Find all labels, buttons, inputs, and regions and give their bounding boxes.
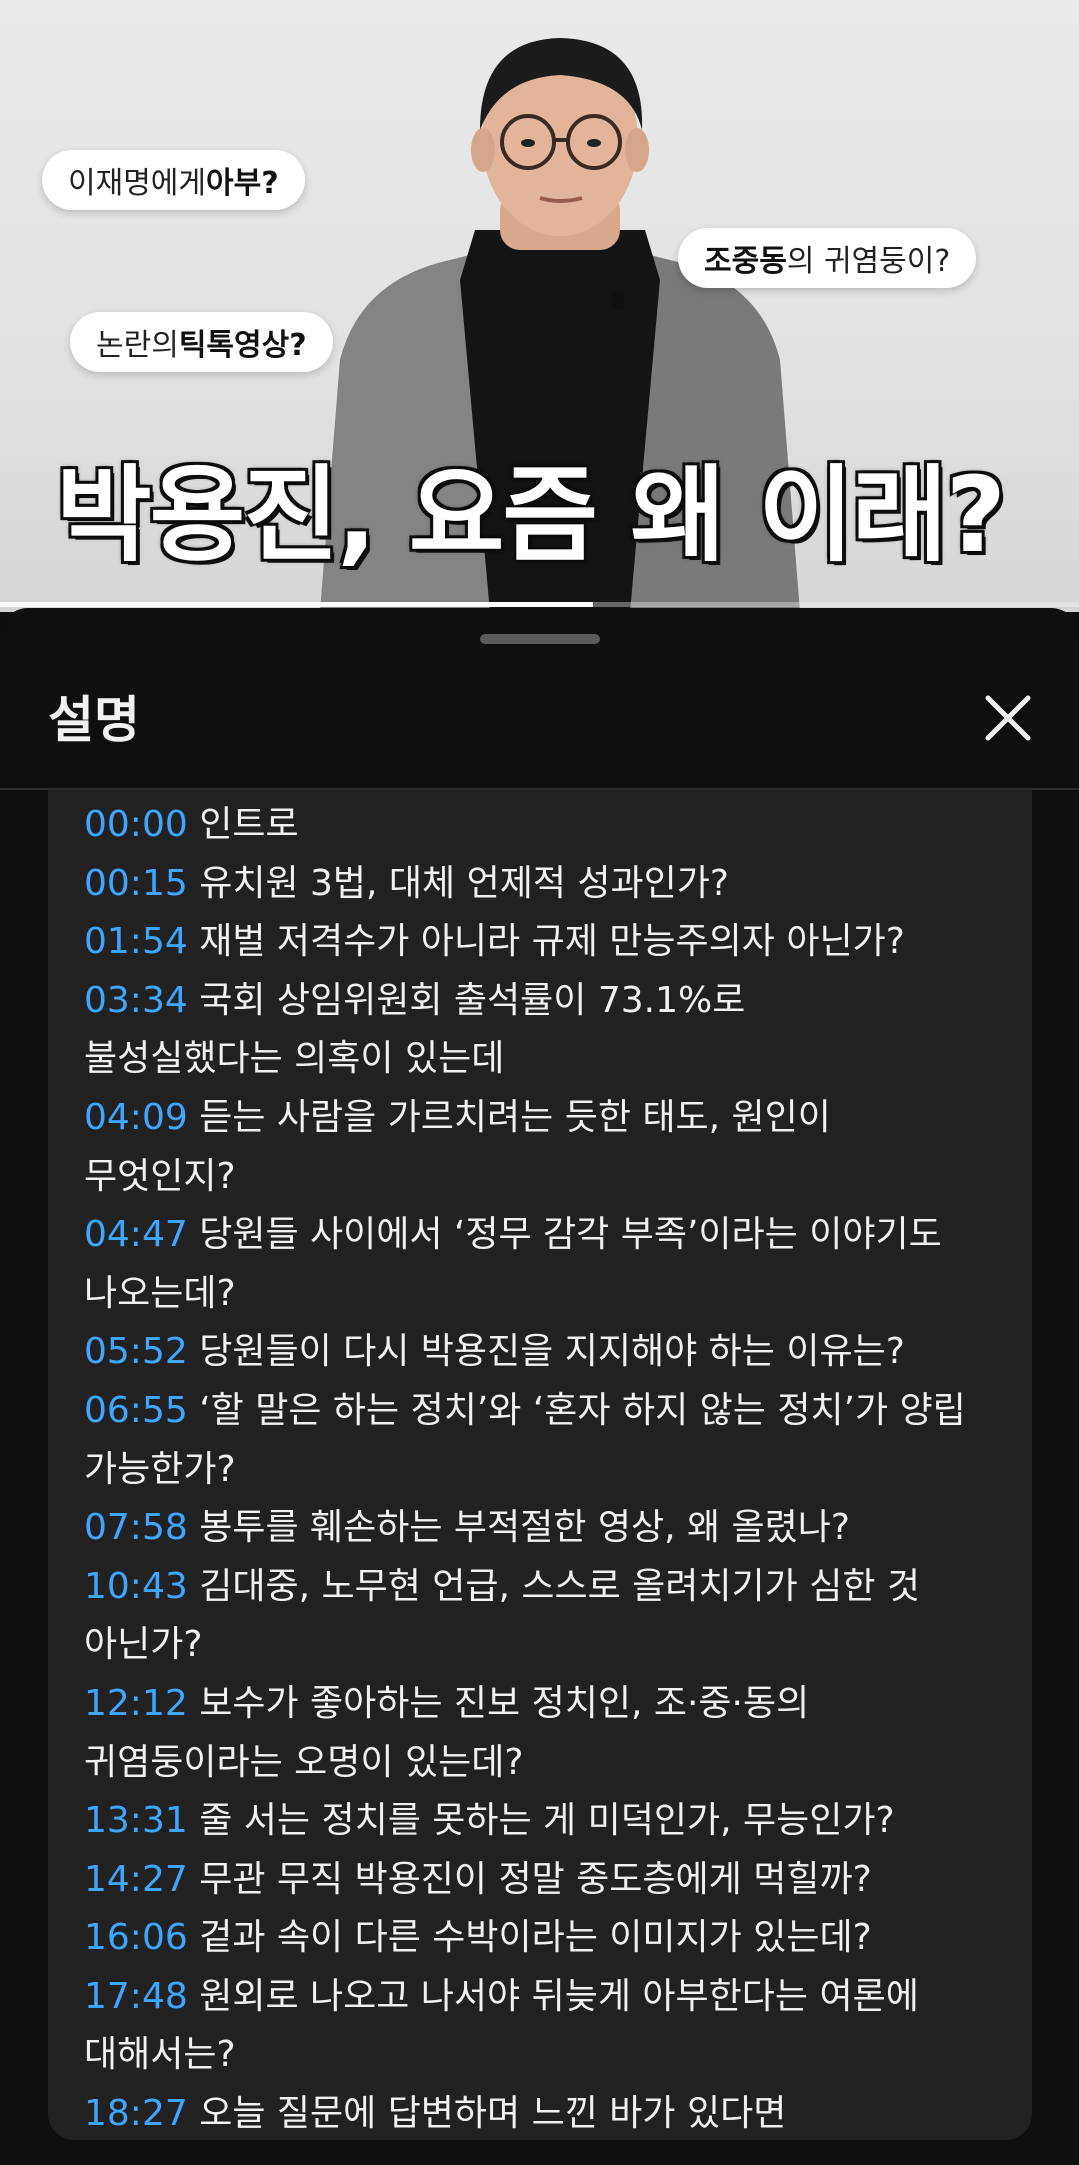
chapter-title: 국회 상임위원회 출석률이 73.1%로 <box>199 979 746 1021</box>
drag-handle[interactable] <box>480 634 600 644</box>
chapter-title: 당원들이 다시 박용진을 지지해야 하는 이유는? <box>199 1331 905 1373</box>
chapter-timestamp-link[interactable]: 07:58 <box>84 1507 188 1548</box>
chapter-timestamp-link[interactable]: 03:34 <box>84 980 188 1021</box>
chapter-timestamp-link[interactable]: 14:27 <box>84 1859 188 1900</box>
caption-text: 논란의 <box>96 328 179 363</box>
chapter-title: 인트로 <box>199 804 299 845</box>
chapter-title: ‘할 말은 하는 정치’와 ‘혼자 하지 않는 정치’가 양립 <box>199 1389 966 1431</box>
chapter-title: 귀염둥이라는 오명이 있는데? <box>84 1741 524 1783</box>
chapter-title: 아닌가? <box>84 1624 203 1666</box>
chapter-timestamp-link[interactable]: 10:43 <box>84 1566 188 1607</box>
chapter-item: 05:52 당원들이 다시 박용진을 지지해야 하는 이유는? <box>84 1323 1024 1382</box>
chapter-timestamp-link[interactable]: 13:31 <box>84 1800 188 1841</box>
chapter-timestamp-link[interactable]: 06:55 <box>84 1390 188 1431</box>
chapter-item: 18:27 오늘 질문에 답변하며 느낀 바가 있다면 <box>84 2085 1024 2140</box>
chapter-list: 00:00 인트로 00:15 유치원 3법, 대체 언제적 성과인가? 01:54… <box>84 796 1024 2140</box>
sheet-title: 설명 <box>48 691 140 749</box>
chapter-title: 봉투를 훼손하는 부적절한 영상, 왜 올렸나? <box>199 1507 851 1549</box>
chapter-timestamp-link[interactable]: 12:12 <box>84 1683 188 1724</box>
chapter-item: 00:00 인트로 <box>84 796 1024 855</box>
caption-bubble-tiktok: 논란의 틱톡영상? <box>70 312 333 372</box>
chapter-item-continuation: 대해서는? <box>84 2026 1024 2085</box>
chapter-timestamp-link[interactable]: 04:09 <box>84 1097 188 1138</box>
chapter-title: 나오는데? <box>84 1272 236 1314</box>
chapter-item-continuation: 나오는데? <box>84 1265 1024 1324</box>
chapter-item: 10:43 김대중, 노무현 언급, 스스로 올려치기가 심한 것 <box>84 1558 1024 1617</box>
chapter-item-continuation: 가능한가? <box>84 1441 1024 1500</box>
chapter-title: 당원들 사이에서 ‘정무 감각 부족’이라는 이야기도 <box>199 1214 942 1256</box>
chapter-title: 듣는 사람을 가르치려는 듯한 태도, 원인이 <box>199 1096 831 1138</box>
video-progress-fill <box>0 602 594 607</box>
chapter-timestamp-link[interactable]: 01:54 <box>84 921 188 962</box>
chapter-item: 16:06 겉과 속이 다른 수박이라는 이미지가 있는데? <box>84 1909 1024 1968</box>
caption-text: 이재명에게 <box>68 166 206 201</box>
chapter-title: 보수가 좋아하는 진보 정치인, 조·중·동의 <box>199 1682 810 1724</box>
chapter-title: 유치원 3법, 대체 언제적 성과인가? <box>199 862 729 904</box>
video-progress-bar[interactable] <box>0 602 1079 607</box>
video-player[interactable]: 이재명에게 아부? 조중동 의 귀염둥이? 논란의 틱톡영상? 박용진, 요즘 왜… <box>0 0 1079 612</box>
chapter-title: 무관 무직 박용진이 정말 중도층에게 먹힐까? <box>199 1858 872 1900</box>
chapter-item-continuation: 무엇인지? <box>84 1148 1024 1207</box>
chapter-item: 04:47 당원들 사이에서 ‘정무 감각 부족’이라는 이야기도 <box>84 1206 1024 1265</box>
caption-bold-text: 아부? <box>206 166 279 201</box>
chapter-title: 대해서는? <box>84 2034 236 2076</box>
chapter-item: 00:15 유치원 3법, 대체 언제적 성과인가? <box>84 855 1024 914</box>
chapter-title: 겉과 속이 다른 수박이라는 이미지가 있는데? <box>199 1917 872 1959</box>
chapter-title: 원외로 나오고 나서야 뒤늦게 아부한다는 여론에 <box>199 1975 919 2017</box>
chapter-title: 가능한가? <box>84 1448 236 1490</box>
chapter-item: 04:09 듣는 사람을 가르치려는 듯한 태도, 원인이 <box>84 1089 1024 1148</box>
caption-bubble-darling: 조중동 의 귀염둥이? <box>678 228 977 288</box>
chapter-item: 06:55 ‘할 말은 하는 정치’와 ‘혼자 하지 않는 정치’가 양립 <box>84 1382 1024 1441</box>
chapter-item: 12:12 보수가 좋아하는 진보 정치인, 조·중·동의 <box>84 1675 1024 1734</box>
close-icon[interactable] <box>980 690 1036 746</box>
chapter-item: 14:27 무관 무직 박용진이 정말 중도층에게 먹힐까? <box>84 1851 1024 1910</box>
description-sheet: 설명 00:00 인트로 00:15 유치원 3법, 대체 언제적 성과인가? 01… <box>0 608 1079 2165</box>
chapter-timestamp-link[interactable]: 00:15 <box>84 863 188 904</box>
chapter-item: 03:34 국회 상임위원회 출석률이 73.1%로 <box>84 972 1024 1031</box>
chapter-title: 재벌 저격수가 아니라 규제 만능주의자 아닌가? <box>199 921 905 963</box>
thumbnail-headline: 박용진, 요즘 왜 이래? <box>56 454 1006 576</box>
chapter-title: 불성실했다는 의혹이 있는데 <box>84 1038 505 1080</box>
caption-text: 의 귀염둥이? <box>786 244 951 279</box>
chapter-item: 07:58 봉투를 훼손하는 부적절한 영상, 왜 올렸나? <box>84 1499 1024 1558</box>
caption-bubble-flattery: 이재명에게 아부? <box>42 150 305 210</box>
chapter-item-continuation: 불성실했다는 의혹이 있는데 <box>84 1030 1024 1089</box>
chapter-timestamp-link[interactable]: 18:27 <box>84 2093 188 2134</box>
chapter-item-continuation: 아닌가? <box>84 1616 1024 1675</box>
chapter-item-continuation: 귀염둥이라는 오명이 있는데? <box>84 1734 1024 1793</box>
chapter-timestamp-link[interactable]: 05:52 <box>84 1331 188 1372</box>
chapter-title: 김대중, 노무현 언급, 스스로 올려치기가 심한 것 <box>199 1565 921 1607</box>
description-box[interactable]: 00:00 인트로 00:15 유치원 3법, 대체 언제적 성과인가? 01:54… <box>48 790 1032 2140</box>
chapter-timestamp-link[interactable]: 16:06 <box>84 1917 188 1958</box>
chapter-timestamp-link[interactable]: 00:00 <box>84 804 188 845</box>
chapter-title: 줄 서는 정치를 못하는 게 미덕인가, 무능인가? <box>199 1800 895 1842</box>
chapter-title: 무엇인지? <box>84 1155 236 1197</box>
chapter-timestamp-link[interactable]: 04:47 <box>84 1214 188 1255</box>
caption-bold-text: 틱톡영상? <box>178 328 307 363</box>
chapter-item: 13:31 줄 서는 정치를 못하는 게 미덕인가, 무능인가? <box>84 1792 1024 1851</box>
chapter-title: 오늘 질문에 답변하며 느낀 바가 있다면 <box>199 2093 787 2135</box>
caption-bold-text: 조중동 <box>704 244 787 279</box>
chapter-item: 01:54 재벌 저격수가 아니라 규제 만능주의자 아닌가? <box>84 913 1024 972</box>
chapter-item: 17:48 원외로 나오고 나서야 뒤늦게 아부한다는 여론에 <box>84 1968 1024 2027</box>
chapter-timestamp-link[interactable]: 17:48 <box>84 1976 188 2017</box>
